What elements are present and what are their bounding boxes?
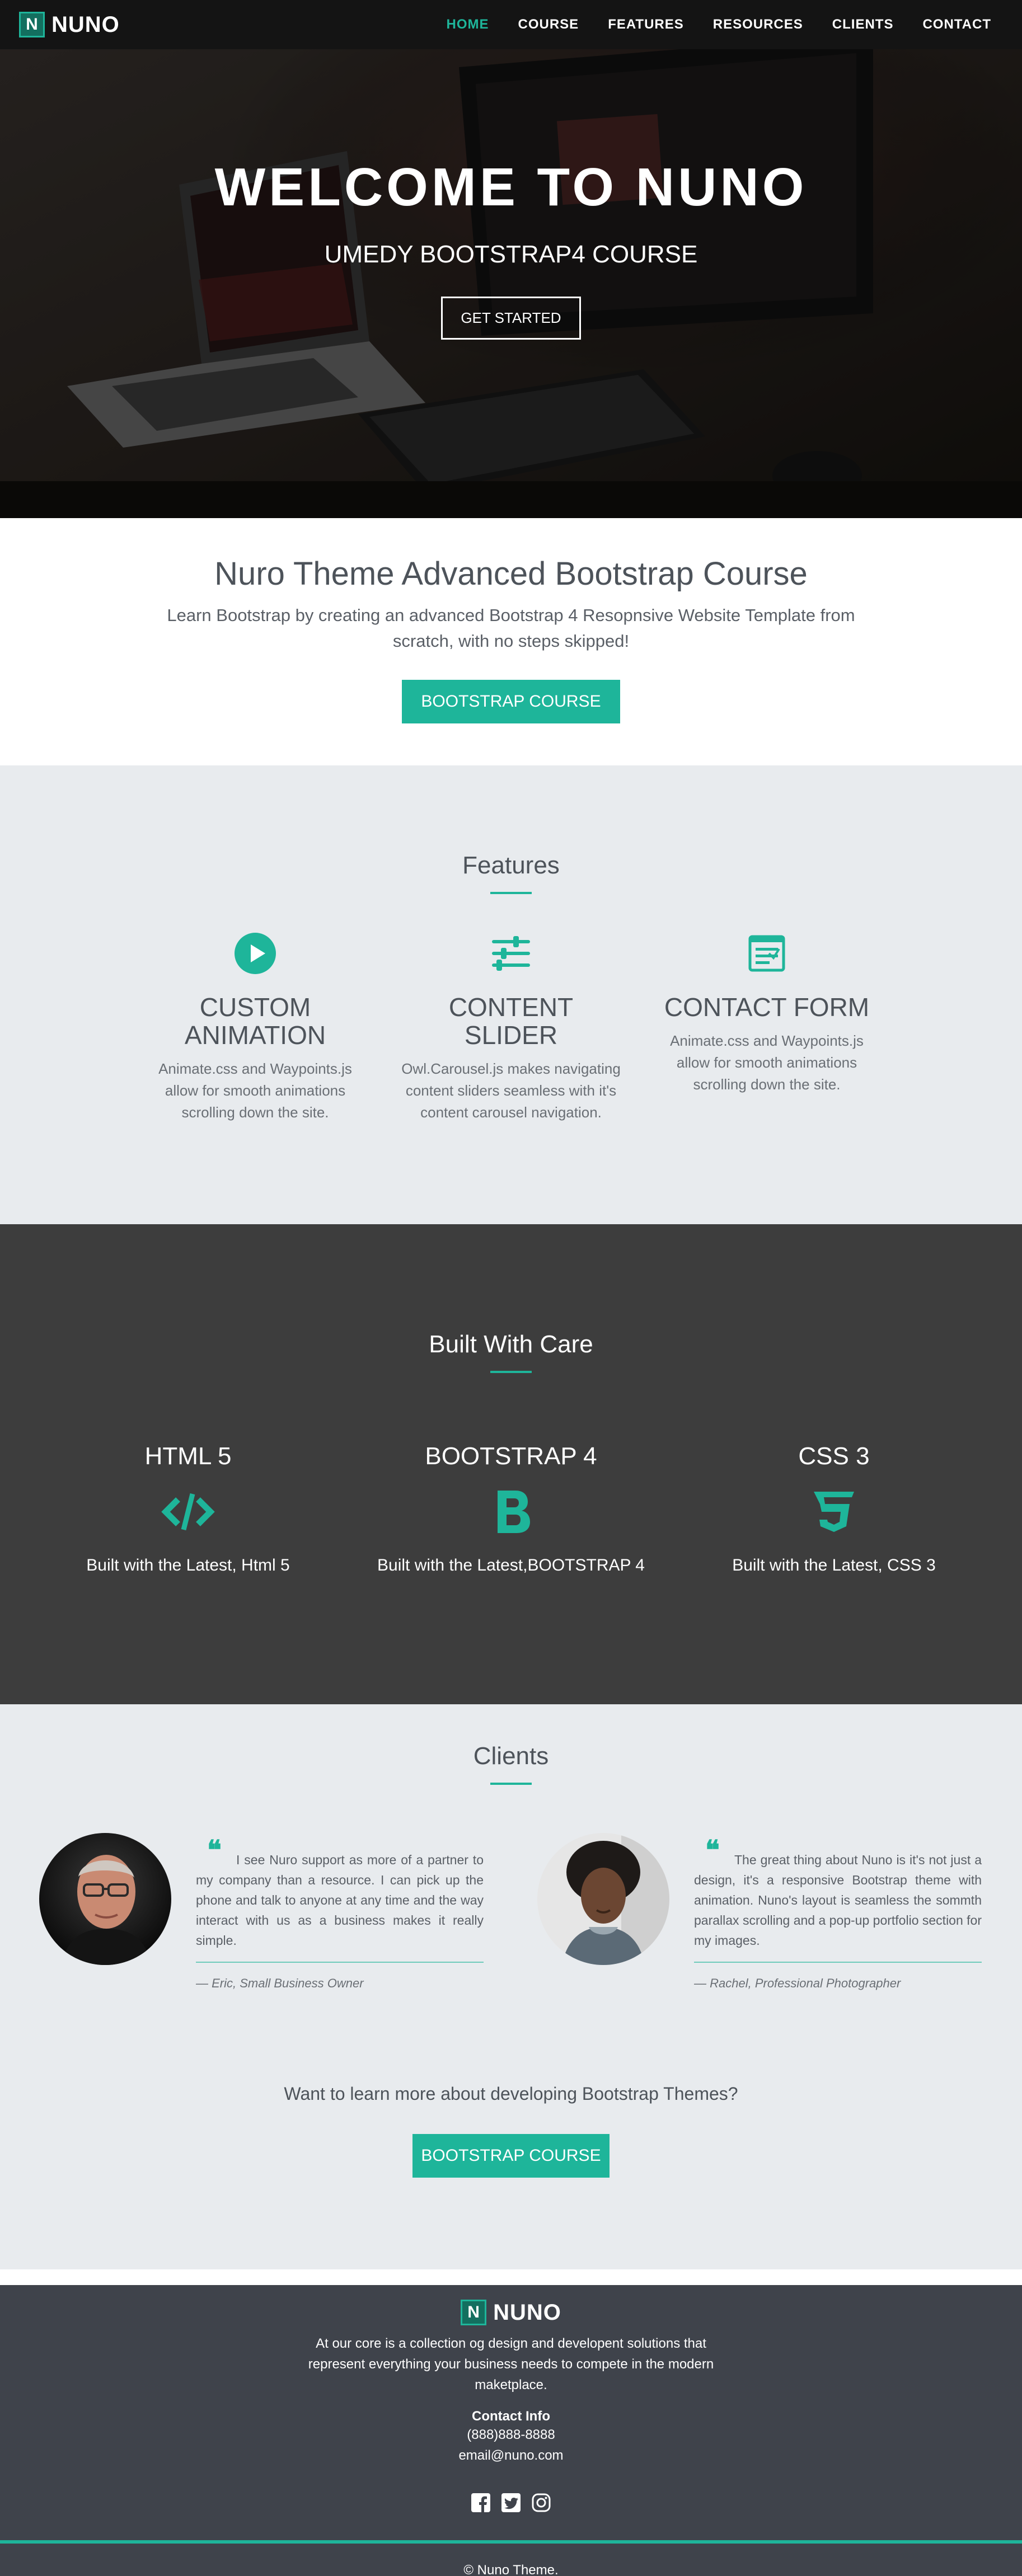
intro-section: Nuro Theme Advanced Bootstrap Course Lea…: [0, 518, 1022, 765]
footer-logo-icon: N: [461, 2300, 487, 2325]
testimonial-author: — Rachel, Professional Photographer: [694, 1976, 901, 1990]
feature-text: Animate.css and Waypoints.js allow for s…: [670, 1032, 864, 1093]
facebook-icon[interactable]: [471, 2493, 491, 2513]
built-item-text: Built with the Latest, CSS 3: [732, 1556, 936, 1574]
brand-name: NUNO: [51, 12, 120, 37]
footer-phone[interactable]: (888)888-8888: [0, 2424, 1022, 2445]
features-title-underline: [490, 892, 532, 894]
nav-item-clients[interactable]: CLIENTS: [832, 17, 894, 32]
feature-title: CONTENT SLIDER: [448, 993, 574, 1050]
hero-content: WELCOME TO NUNO UMEDY BOOTSTRAP4 COURSE …: [0, 157, 1022, 340]
clients-section: Clients ❝ I see Nuro support as more of …: [0, 1704, 1022, 2269]
built-item-text: Built with the Latest,BOOTSTRAP 4: [377, 1556, 645, 1574]
testimonial-text: I see Nuro support as more of a partner …: [196, 1853, 484, 1948]
bootstrap-icon: [498, 1491, 530, 1533]
bootstrap-course-cta-button[interactable]: BOOTSTRAP COURSE: [412, 2134, 610, 2178]
testimonial-text: The great thing about Nuno is it's not j…: [694, 1853, 982, 1948]
built-item-title: CSS 3: [798, 1442, 870, 1470]
brand-logo-letter: N: [26, 15, 38, 34]
features-title: Features: [462, 852, 560, 879]
built-title-underline: [490, 1371, 532, 1373]
built-with-care-section: Built With Care HTML 5 Built with the La…: [0, 1224, 1022, 1704]
intro-title: Nuro Theme Advanced Bootstrap Course: [214, 556, 808, 592]
intro-text: Learn Bootstrap by creating an advanced …: [167, 605, 855, 651]
testimonial-card: ❝ The great thing about Nuno is it's not…: [537, 1833, 1007, 2023]
twitter-icon[interactable]: [501, 2493, 521, 2513]
client-avatar-eric: [39, 1833, 171, 1965]
nav-menu: HOME COURSE FEATURES RESOURCES CLIENTS C…: [447, 17, 992, 32]
built-item-text: Built with the Latest, Html 5: [86, 1556, 290, 1574]
built-item: CSS 3 Built with the Latest, CSS 3: [677, 1442, 991, 1575]
brand-logo-link[interactable]: N NUNO: [19, 12, 120, 37]
code-icon: [161, 1493, 215, 1531]
footer-email[interactable]: email@nuno.com: [0, 2445, 1022, 2466]
clients-title-underline: [490, 1783, 532, 1785]
clients-title: Clients: [473, 1742, 549, 1770]
testimonial-divider: [694, 1962, 982, 1963]
testimonial-divider: [196, 1962, 484, 1963]
built-item-title: BOOTSTRAP 4: [425, 1442, 597, 1470]
nav-item-features[interactable]: FEATURES: [608, 17, 684, 32]
hero-title: WELCOME TO NUNO: [214, 157, 808, 217]
footer: N NUNO At our core is a collection og de…: [0, 2285, 1022, 2576]
top-navbar: N NUNO HOME COURSE FEATURES RESOURCES CL…: [0, 0, 1022, 49]
nav-item-contact[interactable]: CONTACT: [922, 17, 991, 32]
built-title: Built With Care: [429, 1331, 593, 1358]
brand-logo-icon: N: [19, 12, 45, 37]
footer-contact-title: Contact Info: [472, 2409, 550, 2424]
testimonial-body: ❝ The great thing about Nuno is it's not…: [694, 1835, 982, 1991]
features-section: Features CUSTOM ANIMATION Animate.css an…: [0, 765, 1022, 1224]
feature-item: CONTACT FORM Animate.css and Waypoints.j…: [655, 931, 879, 1096]
hero-subtitle: UMEDY BOOTSTRAP4 COURSE: [324, 241, 698, 268]
css3-icon: [814, 1492, 854, 1532]
play-circle-icon: [235, 933, 276, 974]
feature-text: Animate.css and Waypoints.js allow for s…: [158, 1060, 352, 1121]
nav-item-course[interactable]: COURSE: [518, 17, 579, 32]
built-item: BOOTSTRAP 4 Built with the Latest,BOOTST…: [354, 1442, 668, 1575]
form-icon: [748, 935, 785, 972]
feature-title: CONTACT FORM: [664, 993, 870, 1022]
footer-logo-letter: N: [467, 2303, 480, 2321]
get-started-button[interactable]: GET STARTED: [441, 297, 581, 340]
built-item: HTML 5 Built with the Latest, Html 5: [31, 1442, 345, 1575]
feature-title: CUSTOM ANIMATION: [184, 993, 326, 1050]
testimonial-author: — Eric, Small Business Owner: [196, 1976, 364, 1990]
footer-brand-name: NUNO: [493, 2300, 561, 2325]
bootstrap-course-button[interactable]: BOOTSTRAP COURSE: [402, 680, 620, 723]
quote-icon: ❝: [207, 1835, 222, 1866]
client-avatar-rachel: [537, 1833, 669, 1965]
quote-icon: ❝: [705, 1835, 720, 1866]
feature-text: Owl.Carousel.js makes navigating content…: [401, 1060, 621, 1121]
footer-accent-bar: [0, 2540, 1022, 2544]
sliders-icon: [492, 936, 530, 971]
nav-item-resources[interactable]: RESOURCES: [713, 17, 803, 32]
footer-brand[interactable]: N NUNO: [0, 2300, 1022, 2325]
built-item-title: HTML 5: [144, 1442, 232, 1470]
cta-text: Want to learn more about developing Boot…: [284, 2084, 738, 2104]
copyright-text: © Nuno Theme.: [463, 2563, 559, 2576]
social-links: [0, 2493, 1022, 2513]
feature-item: CONTENT SLIDER Owl.Carousel.js makes nav…: [399, 931, 623, 1124]
testimonial-card: ❝ I see Nuro support as more of a partne…: [39, 1833, 509, 2023]
footer-description: At our core is a collection og design an…: [308, 2336, 714, 2392]
testimonial-body: ❝ I see Nuro support as more of a partne…: [196, 1835, 484, 1991]
feature-item: CUSTOM ANIMATION Animate.css and Waypoin…: [143, 931, 367, 1124]
nav-item-home[interactable]: HOME: [447, 17, 489, 32]
instagram-icon[interactable]: [531, 2493, 551, 2513]
hero-section: WELCOME TO NUNO UMEDY BOOTSTRAP4 COURSE …: [0, 0, 1022, 518]
